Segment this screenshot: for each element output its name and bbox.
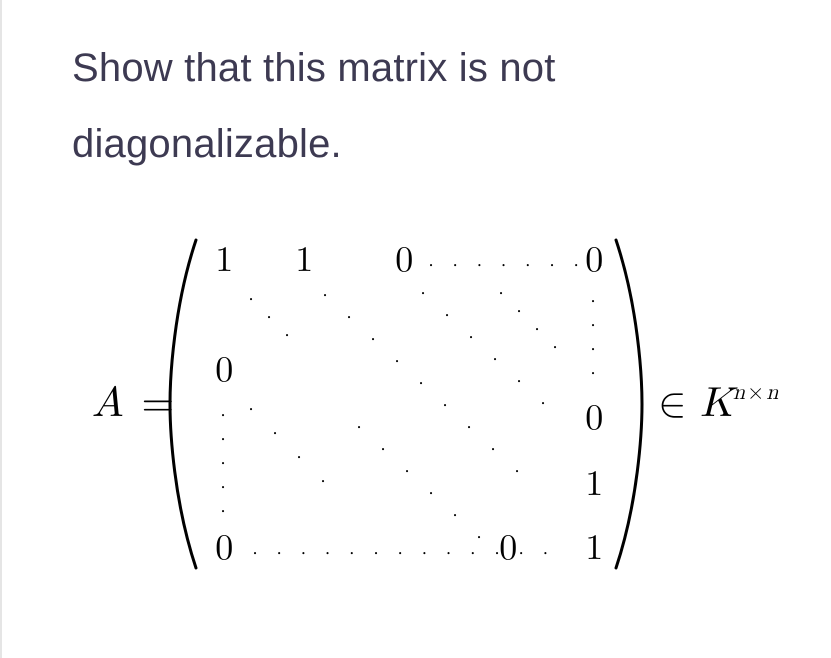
ddots-icon: · — [380, 438, 392, 458]
matrix-entry: 0 — [384, 242, 424, 278]
rhs-set-membership: ∈ Kn×n — [658, 379, 778, 429]
matrix-entry: 1 — [204, 242, 244, 278]
page: Show that this matrix is not diagonaliza… — [0, 0, 831, 658]
matrix-entry: 0 — [204, 530, 244, 566]
matrix-equation: A = 1 1 0 0 · · · · · · · · 0 0 · — [72, 242, 791, 566]
matrix-entry: 1 — [574, 466, 614, 502]
ddots-icon: · — [490, 438, 502, 458]
ddots-icon: · — [394, 350, 406, 370]
element-of-icon: ∈ — [658, 383, 686, 425]
ddots-icon: · — [476, 526, 488, 546]
ddots-icon: · — [452, 504, 464, 524]
ddots-icon: · — [248, 288, 260, 308]
ddots-icon: · — [492, 348, 504, 368]
equals-sign: = — [142, 379, 175, 429]
vdots-icon: · — [220, 476, 232, 496]
ddots-icon: · — [266, 306, 278, 326]
ddots-icon: · — [540, 392, 552, 412]
ddots-icon: · — [284, 324, 296, 344]
dimension-exponent: n×n — [733, 382, 779, 404]
set-symbol: K — [700, 383, 733, 425]
ddots-icon: · — [346, 306, 358, 326]
ddots-icon: · — [272, 422, 284, 442]
ddots-icon: · — [404, 460, 416, 480]
lhs-symbol: A — [92, 379, 124, 429]
vdots-icon: · — [220, 452, 232, 472]
vdots-icon: · — [220, 428, 232, 448]
matrix-entry: 0 — [574, 400, 614, 436]
ddots-icon: · — [296, 446, 308, 466]
ddots-icon: · — [248, 398, 260, 418]
vdots-icon: · — [590, 338, 602, 358]
ddots-icon: · — [466, 416, 478, 436]
ddots-icon: · — [420, 282, 432, 302]
matrix-entry: 0 — [204, 352, 244, 388]
vdots-icon: · — [590, 290, 602, 310]
vdots-icon: · — [590, 362, 602, 382]
ddots-icon: · — [322, 284, 334, 304]
ddots-icon: · — [370, 328, 382, 348]
ddots-icon: · — [468, 326, 480, 346]
ddots-icon: · — [498, 282, 510, 302]
ddots-icon: · — [552, 336, 564, 356]
vdots-icon: · — [220, 404, 232, 424]
ddots-icon: · — [514, 460, 526, 480]
hdots-icon: · · · · · · · · — [428, 254, 609, 274]
ddots-icon: · — [516, 370, 528, 390]
ddots-icon: · — [444, 304, 456, 324]
ddots-icon: · — [442, 394, 454, 414]
ddots-icon: · — [534, 318, 546, 338]
ddots-icon: · — [418, 372, 430, 392]
ddots-icon: · — [356, 416, 368, 436]
matrix-body: 1 1 0 0 · · · · · · · · 0 0 · · · · · 0 … — [196, 242, 616, 566]
matrix-entry: 1 — [284, 242, 324, 278]
matrix: 1 1 0 0 · · · · · · · · 0 0 · · · · · 0 … — [196, 242, 616, 566]
ddots-icon: · — [428, 482, 440, 502]
vdots-icon: · — [220, 500, 232, 520]
problem-statement: Show that this matrix is not diagonaliza… — [72, 30, 791, 182]
ddots-icon: · — [516, 300, 528, 320]
hdots-icon: · · · · · · · · · · · · · — [252, 542, 554, 562]
vdots-icon: · — [590, 314, 602, 334]
ddots-icon: · — [320, 470, 332, 490]
matrix-entry: 1 — [574, 530, 614, 566]
